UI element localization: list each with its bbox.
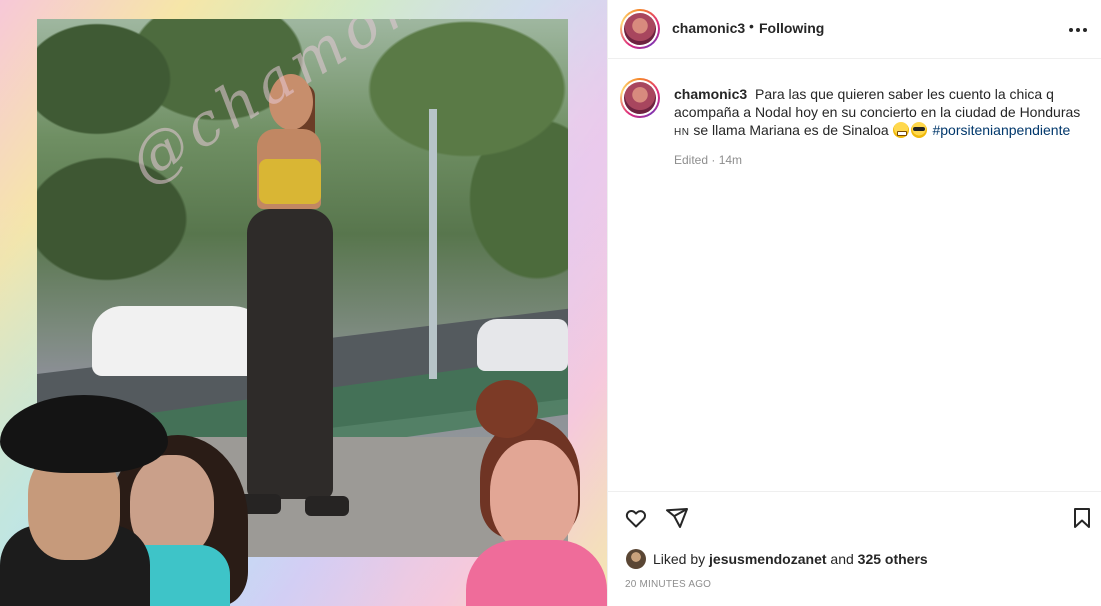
send-icon[interactable] [663, 504, 691, 532]
caption-body-2: se llama Mariana es de Sinaloa [693, 122, 889, 138]
likes-summary[interactable]: Liked by jesusmendozanet and 325 others [626, 547, 928, 571]
likes-count-link[interactable]: 325 others [858, 551, 928, 567]
avatar[interactable] [620, 9, 660, 49]
and-label: and [830, 551, 854, 567]
hashtag-link[interactable]: #porsitenianpendiente [932, 122, 1070, 138]
edited-timestamp: Edited · 14m [674, 153, 743, 167]
cartoon-avatar-overlay [466, 380, 607, 606]
grinning-emoji-icon [892, 122, 909, 138]
username-link[interactable]: chamonic3 [672, 20, 745, 36]
couple-photo-overlay [0, 395, 255, 606]
caption-username-link[interactable]: chamonic3 [674, 86, 747, 102]
caption-avatar[interactable] [620, 78, 660, 118]
post-header: chamonic3 • Following [608, 0, 1101, 59]
sunglasses-emoji-icon [910, 122, 927, 138]
post-side-panel: chamonic3 • Following chamonic3 Para las… [607, 0, 1101, 606]
separator-dot: • [749, 18, 754, 34]
action-bar [608, 491, 1101, 545]
bookmark-icon[interactable] [1068, 504, 1096, 532]
post-image[interactable]: @chamonic3 [0, 0, 607, 606]
liked-by-label: Liked by [653, 551, 706, 567]
post-timestamp[interactable]: 20 minutes ago [625, 579, 711, 590]
silver-car [477, 319, 568, 371]
following-button[interactable]: Following [759, 20, 824, 36]
caption-text: chamonic3 Para las que quieren saber les… [674, 85, 1084, 142]
heart-icon[interactable] [622, 504, 650, 532]
liker-username-link[interactable]: jesusmendozanet [709, 551, 826, 567]
more-options-icon[interactable] [1066, 18, 1090, 42]
flag-hn: HN [674, 127, 690, 138]
street-lamp [429, 109, 437, 379]
liker-avatar [626, 549, 646, 569]
